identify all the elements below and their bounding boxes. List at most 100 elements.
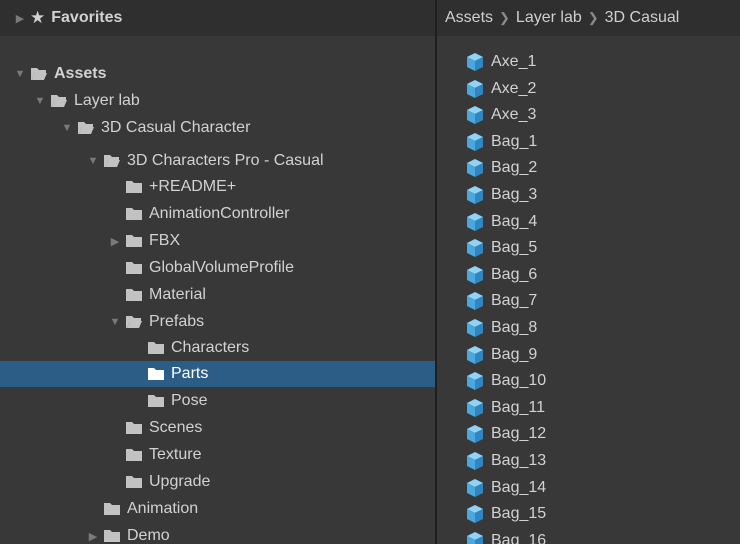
tree-item-upgrade[interactable]: ▶Upgrade <box>0 469 435 495</box>
tree-item-label: +README+ <box>149 178 237 195</box>
asset-label: Bag_16 <box>491 531 547 544</box>
tree-item-texture[interactable]: ▶Texture <box>0 442 435 468</box>
tree-item-label: Material <box>149 286 206 303</box>
breadcrumb: Assets ❯ Layer lab ❯ 3D Casual <box>437 0 740 36</box>
asset-item-bag-14[interactable]: Bag_14 <box>465 475 546 501</box>
favorites-bar: ▶ ★ Favorites <box>0 0 435 36</box>
tree-item-demo[interactable]: ▶ Demo <box>0 523 435 544</box>
folder-icon <box>147 341 165 355</box>
chevron-down-icon[interactable]: ▼ <box>14 61 26 87</box>
tree-item-label: FBX <box>149 232 181 249</box>
tree-item-label: Animation <box>127 500 199 517</box>
prefab-icon <box>465 238 485 258</box>
asset-label: Bag_7 <box>491 292 538 310</box>
asset-item-bag-8[interactable]: Bag_8 <box>465 315 537 341</box>
chevron-right-icon[interactable]: ▶ <box>109 228 121 254</box>
tree-item-parts[interactable]: ▶Parts <box>0 361 435 387</box>
tree-item-label: Scenes <box>149 419 203 436</box>
tree-item-label: Demo <box>127 527 170 544</box>
asset-item-axe-3[interactable]: Axe_3 <box>465 102 536 128</box>
tree-item-3d-characters-pro-casual[interactable]: ▼ 3D Characters Pro - Casual <box>0 148 435 174</box>
folder-icon <box>147 394 165 408</box>
chevron-right-icon: ❯ <box>587 10 599 25</box>
star-icon: ★ <box>30 8 46 27</box>
asset-item-bag-7[interactable]: Bag_7 <box>465 288 537 314</box>
asset-label: Bag_10 <box>491 372 547 390</box>
asset-item-axe-2[interactable]: Axe_2 <box>465 76 536 102</box>
tree-item-material[interactable]: ▶Material <box>0 282 435 308</box>
tree-item-characters[interactable]: ▶Characters <box>0 335 435 361</box>
asset-label: Bag_1 <box>491 132 538 150</box>
tree-item-label: GlobalVolumeProfile <box>149 259 294 276</box>
tree-item-favorites[interactable]: ▶ ★ Favorites <box>0 5 435 31</box>
prefab-icon <box>465 345 485 365</box>
asset-label: Bag_4 <box>491 212 538 230</box>
asset-label: Bag_12 <box>491 425 547 443</box>
prefab-icon <box>465 158 485 178</box>
chevron-down-icon[interactable]: ▼ <box>87 148 99 174</box>
folder-open-icon <box>103 154 121 168</box>
prefab-icon <box>465 132 485 152</box>
asset-item-bag-11[interactable]: Bag_11 <box>465 395 545 421</box>
tree-item-assets[interactable]: ▼ Assets <box>0 61 435 87</box>
chevron-down-icon[interactable]: ▼ <box>109 309 121 335</box>
prefab-icon <box>465 212 485 232</box>
tree-item-fbx[interactable]: ▶ FBX <box>0 228 435 254</box>
tree-item-prefabs[interactable]: ▼ Prefabs <box>0 309 435 335</box>
asset-item-bag-12[interactable]: Bag_12 <box>465 421 546 447</box>
asset-item-bag-2[interactable]: Bag_2 <box>465 155 537 181</box>
tree-item-label: Pose <box>171 392 208 409</box>
prefab-icon <box>465 105 485 125</box>
folder-open-icon <box>30 67 48 81</box>
folder-icon <box>103 502 121 516</box>
tree-item-label: 3D Characters Pro - Casual <box>127 152 324 169</box>
chevron-down-icon[interactable]: ▼ <box>34 88 46 114</box>
breadcrumb-item-3d-casual[interactable]: 3D Casual <box>605 9 680 27</box>
prefab-icon <box>465 318 485 338</box>
chevron-right-icon[interactable]: ▶ <box>87 523 99 544</box>
asset-item-bag-3[interactable]: Bag_3 <box>465 182 537 208</box>
asset-item-axe-1[interactable]: Axe_1 <box>465 49 536 75</box>
asset-list-panel: Assets ❯ Layer lab ❯ 3D Casual Axe_1 Axe_… <box>437 0 740 544</box>
asset-item-bag-10[interactable]: Bag_10 <box>465 368 546 394</box>
asset-item-bag-13[interactable]: Bag_13 <box>465 448 546 474</box>
breadcrumb-item-assets[interactable]: Assets <box>445 9 493 27</box>
folder-icon <box>125 475 143 489</box>
folder-icon <box>125 207 143 221</box>
tree-item-animation[interactable]: ▶Animation <box>0 496 435 522</box>
asset-label: Axe_1 <box>491 53 537 70</box>
asset-label: Axe_3 <box>491 106 537 124</box>
prefab-icon <box>465 424 485 444</box>
asset-label: Bag_2 <box>491 159 538 177</box>
tree-item-readme[interactable]: ▶+README+ <box>0 174 435 200</box>
folder-icon <box>147 367 165 381</box>
folder-icon <box>103 529 121 543</box>
tree-item-animationcontroller[interactable]: ▶AnimationController <box>0 201 435 227</box>
tree-item-layer-lab[interactable]: ▼ Layer lab <box>0 88 435 114</box>
prefab-icon <box>465 504 485 524</box>
tree-item-globalvolumeprofile[interactable]: ▶GlobalVolumeProfile <box>0 255 435 281</box>
asset-item-bag-4[interactable]: Bag_4 <box>465 209 537 235</box>
prefab-icon <box>465 398 485 418</box>
asset-label: Bag_14 <box>491 478 547 496</box>
tree-item-scenes[interactable]: ▶Scenes <box>0 415 435 441</box>
chevron-right-icon[interactable]: ▶ <box>14 5 26 31</box>
prefab-icon <box>465 265 485 285</box>
asset-label: Bag_3 <box>491 186 538 203</box>
prefab-icon <box>465 79 485 99</box>
asset-item-bag-5[interactable]: Bag_5 <box>465 235 537 261</box>
chevron-down-icon[interactable]: ▼ <box>61 115 73 141</box>
tree-item-3d-casual-character[interactable]: ▼ 3D Casual Character <box>0 115 435 141</box>
tree-item-label: Prefabs <box>149 313 205 330</box>
asset-label: Bag_15 <box>491 505 547 523</box>
asset-item-bag-6[interactable]: Bag_6 <box>465 262 537 288</box>
tree-item-pose[interactable]: ▶Pose <box>0 388 435 414</box>
asset-item-bag-16[interactable]: Bag_16 <box>465 528 546 544</box>
breadcrumb-item-layer-lab[interactable]: Layer lab <box>516 9 582 27</box>
asset-item-bag-1[interactable]: Bag_1 <box>465 129 537 155</box>
folder-icon <box>125 234 143 248</box>
prefab-icon <box>465 371 485 391</box>
asset-item-bag-9[interactable]: Bag_9 <box>465 342 537 368</box>
folder-icon <box>125 421 143 435</box>
asset-item-bag-15[interactable]: Bag_15 <box>465 501 546 527</box>
